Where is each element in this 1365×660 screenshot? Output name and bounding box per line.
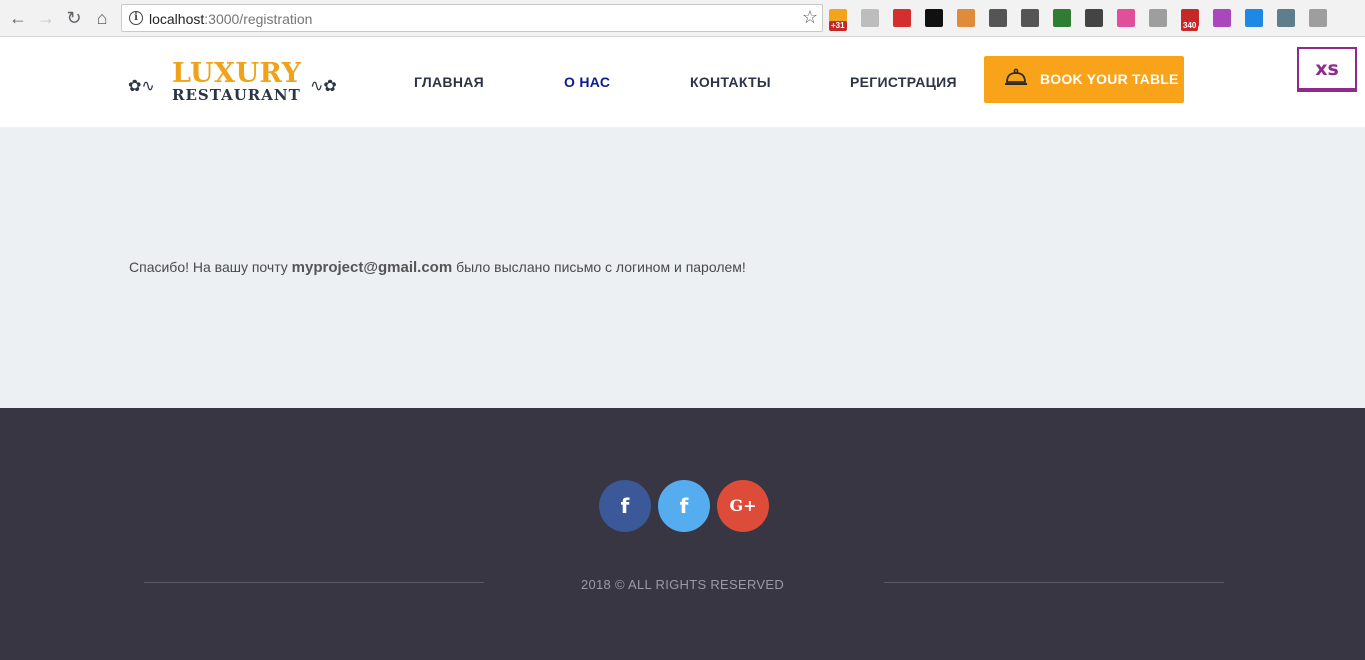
logo[interactable]: ✿∿ LUXURY RESTAURANT ∿✿ [128, 58, 343, 105]
book-table-label: BOOK YOUR TABLE [1040, 71, 1179, 87]
google-plus-icon[interactable]: G+ [717, 480, 769, 532]
footer-divider-right [884, 582, 1224, 583]
site-footer: f f G+ 2018 © ALL RIGHTS RESERVED [0, 408, 1365, 660]
home-icon[interactable]: ⌂ [92, 8, 112, 28]
address-bar[interactable]: i localhost:3000/registration ☆ [121, 4, 823, 32]
google-plus-glyph: G+ [729, 496, 757, 515]
ruler-ext-icon[interactable] [957, 9, 975, 27]
upload-ext-icon[interactable] [1245, 9, 1263, 27]
facebook-glyph: f [620, 494, 630, 518]
main-content: Спасибо! На вашу почту myproject@gmail.c… [0, 127, 1365, 408]
email-address: myproject@gmail.com [291, 259, 453, 276]
message-suffix: было выслано письмо с логином и паролем! [452, 259, 746, 275]
facebook-glyph: f [679, 494, 689, 518]
pdf-ext-icon[interactable] [861, 9, 879, 27]
gradient-ext-icon[interactable] [1117, 9, 1135, 27]
lg-ext-icon[interactable] [1213, 9, 1231, 27]
browser-toolbar: ← → ↻ ⌂ i localhost:3000/registration ☆ … [0, 0, 1365, 37]
site-header: ✿∿ LUXURY RESTAURANT ∿✿ ГЛАВНАЯ О НАС КО… [0, 38, 1365, 127]
copyright-text: 2018 © ALL RIGHTS RESERVED [580, 577, 785, 592]
logo-luxury: LUXURY [172, 58, 302, 89]
extension-badge: 340 [1181, 21, 1199, 31]
json-ext-icon[interactable] [1309, 9, 1327, 27]
url-host: localhost [149, 11, 205, 27]
nav-registratsiya[interactable]: РЕГИСТРАЦИЯ [850, 74, 957, 90]
sync-ext-icon[interactable] [1085, 9, 1103, 27]
flourish-right-icon: ∿✿ [310, 78, 337, 95]
eyedropper-ext-icon[interactable] [989, 9, 1007, 27]
extension-badge: +31 [829, 21, 847, 31]
message-prefix: Спасибо! На вашу почту [129, 259, 292, 275]
c-ext-icon[interactable] [1277, 9, 1295, 27]
nav-o-nas[interactable]: О НАС [564, 74, 610, 90]
breakpoint-indicator: xs [1297, 47, 1357, 92]
forward-icon[interactable]: → [36, 8, 56, 28]
book-table-button[interactable]: BOOK YOUR TABLE [984, 56, 1184, 103]
screenshot-ext-icon[interactable] [1021, 9, 1039, 27]
url-path: :3000/registration [204, 11, 313, 27]
facebook-icon[interactable]: f [599, 480, 651, 532]
bw-ext-icon[interactable] [1053, 9, 1071, 27]
nav-kontakty[interactable]: КОНТАКТЫ [690, 74, 771, 90]
facebook-icon[interactable]: f [658, 480, 710, 532]
adblock-ext-icon[interactable] [893, 9, 911, 27]
bookmark-star-icon[interactable]: ☆ [802, 7, 818, 28]
url-text[interactable]: localhost:3000/registration [149, 11, 312, 27]
nav-glavnaya[interactable]: ГЛАВНАЯ [414, 74, 484, 90]
back-icon[interactable]: ← [8, 8, 28, 28]
flourish-left-icon: ✿∿ [128, 78, 155, 95]
reload-icon[interactable]: ↻ [64, 8, 84, 28]
confirmation-message: Спасибо! На вашу почту myproject@gmail.c… [129, 259, 746, 276]
info-icon[interactable]: i [129, 11, 143, 25]
jb-ext-icon[interactable] [925, 9, 943, 27]
layout-ext-icon[interactable] [1149, 9, 1167, 27]
service-bell-icon [1005, 68, 1027, 85]
logo-restaurant: RESTAURANT [172, 86, 301, 104]
